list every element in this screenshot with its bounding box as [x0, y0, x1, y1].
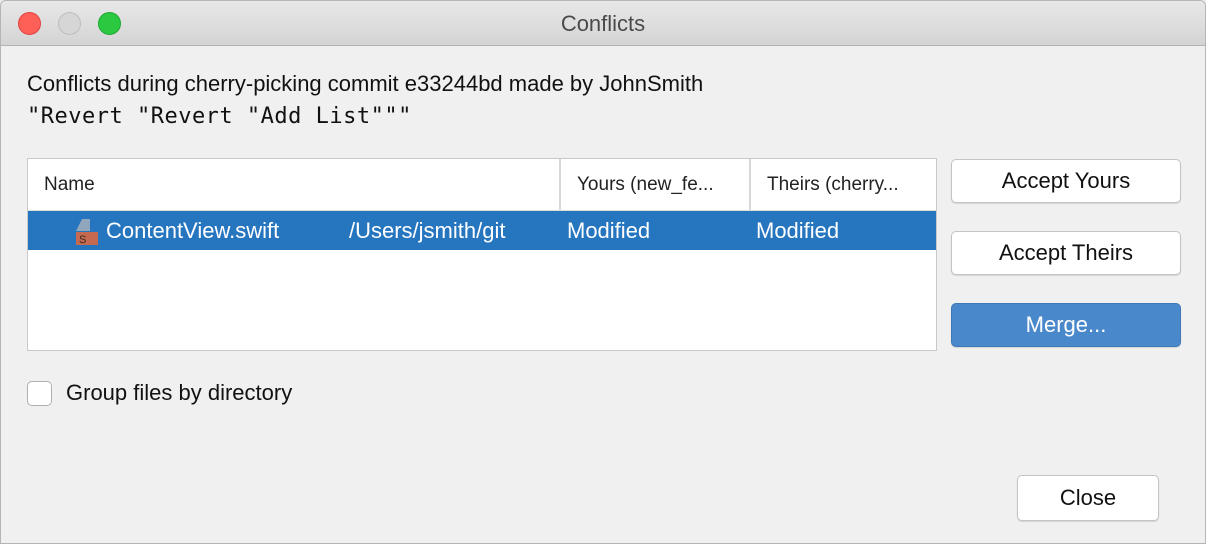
yours-status: Modified — [567, 218, 651, 243]
conflicts-dialog: Conflicts Conflicts during cherry-pickin… — [0, 0, 1206, 544]
table-row[interactable]: S ContentView.swift /Users/jsmith/git Mo… — [28, 211, 936, 250]
accept-theirs-button[interactable]: Accept Theirs — [951, 231, 1181, 275]
accept-yours-button[interactable]: Accept Yours — [951, 159, 1181, 203]
commit-message: "Revert "Revert "Add List""" — [27, 104, 412, 129]
merge-button[interactable]: Merge... — [951, 303, 1181, 347]
group-by-directory-checkbox[interactable] — [27, 381, 52, 406]
column-header-theirs[interactable]: Theirs (cherry... — [749, 159, 936, 210]
title-bar: Conflicts — [1, 1, 1205, 46]
file-name: ContentView.swift — [106, 218, 280, 243]
svg-text:S: S — [79, 234, 86, 245]
file-path: /Users/jsmith/git — [349, 218, 506, 243]
close-button[interactable]: Close — [1017, 475, 1159, 521]
group-by-directory-label[interactable]: Group files by directory — [66, 379, 292, 407]
conflicts-table[interactable]: Name Yours (new_fe... Theirs (cherry... … — [27, 158, 937, 351]
column-header-name[interactable]: Name — [44, 159, 554, 210]
conflict-message: Conflicts during cherry-picking commit e… — [27, 71, 704, 96]
table-header: Name Yours (new_fe... Theirs (cherry... — [28, 159, 936, 211]
column-header-yours[interactable]: Yours (new_fe... — [559, 159, 745, 210]
window-title: Conflicts — [560, 11, 646, 36]
theirs-status: Modified — [756, 218, 840, 243]
swift-file-icon: S — [76, 219, 98, 245]
